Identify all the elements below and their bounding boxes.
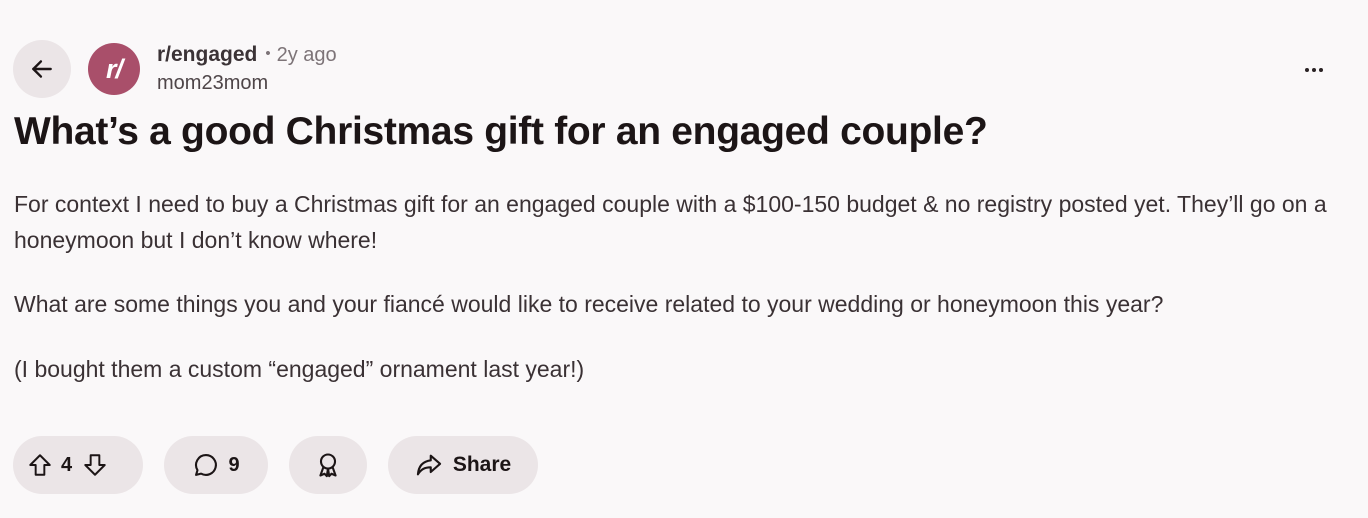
more-horizontal-icon [1304,68,1325,72]
post-paragraph: For context I need to buy a Christmas gi… [14,191,1327,253]
more-options-button[interactable] [1292,56,1336,84]
downvote-arrow-icon[interactable] [82,452,108,478]
share-arrow-icon [415,451,443,479]
post-action-bar: 4 9 Share [13,436,538,494]
upvote-arrow-icon[interactable] [27,452,53,478]
vote-count: 4 [61,453,73,476]
comment-bubble-icon [192,451,220,479]
post-meta: r/engaged • 2y ago mom23mom [157,43,337,95]
post-body: For context I need to buy a Christmas gi… [14,186,1334,387]
comments-button[interactable]: 9 [164,436,268,494]
post-paragraph: (I bought them a custom “engaged” orname… [14,356,585,382]
post-timestamp: 2y ago [276,44,337,66]
back-button[interactable] [13,40,71,98]
share-label: Share [452,453,512,476]
post-page: r/ r/engaged • 2y ago mom23mom What’s a … [0,0,1368,518]
arrow-left-icon [29,56,55,82]
subreddit-avatar[interactable]: r/ [88,43,140,95]
post-paragraph: What are some things you and your fiancé… [14,291,1164,317]
post-title: What’s a good Christmas gift for an enga… [14,110,988,153]
award-ribbon-icon [314,451,342,479]
share-button[interactable]: Share [388,436,538,494]
subreddit-link[interactable]: r/engaged [157,43,257,67]
meta-separator: • [265,45,271,62]
vote-control: 4 [13,436,143,494]
award-button[interactable] [289,436,367,494]
author-link[interactable]: mom23mom [157,72,337,95]
comment-count: 9 [228,453,240,476]
